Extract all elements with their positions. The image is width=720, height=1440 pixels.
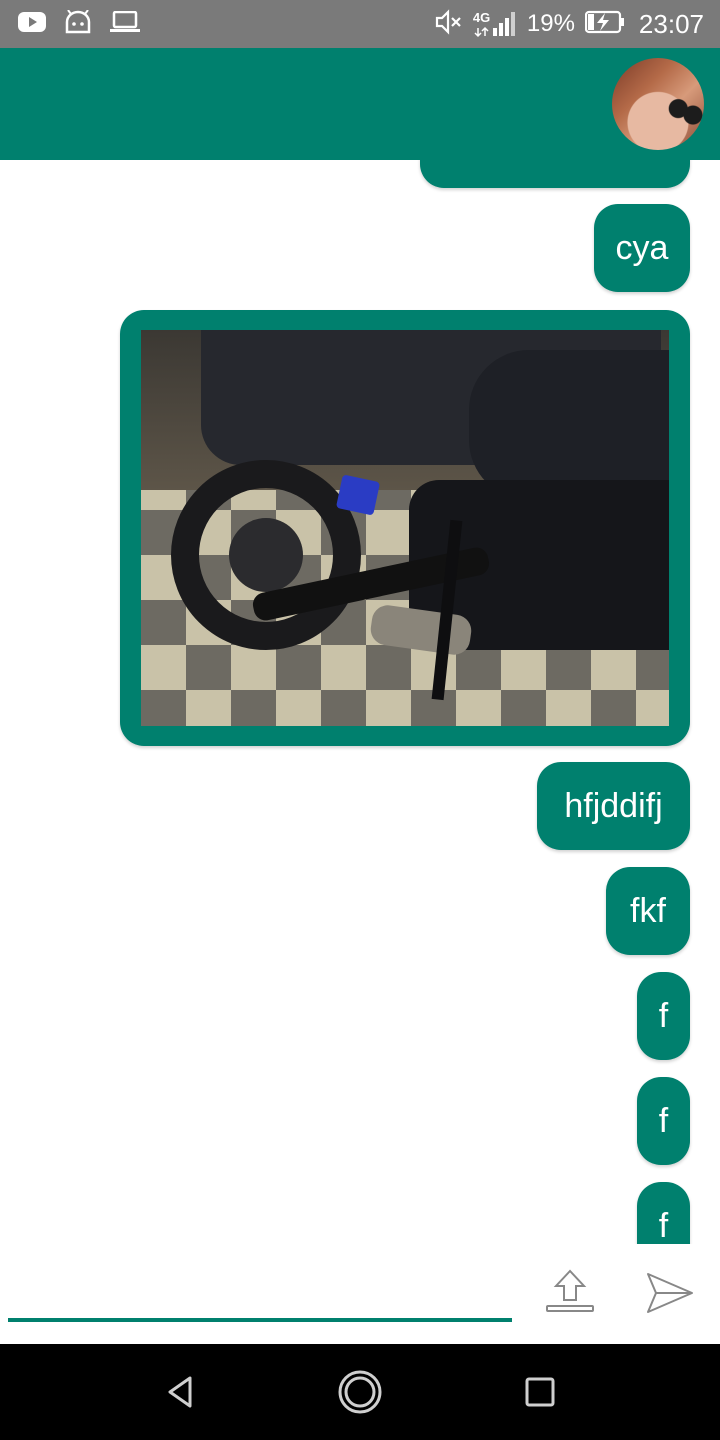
message-text: fkf: [630, 891, 666, 930]
status-bar-right: 4G 19% 23:07: [435, 6, 704, 42]
composer: [0, 1244, 720, 1344]
back-icon[interactable]: [162, 1374, 198, 1415]
battery-charging-icon: [584, 10, 625, 39]
avatar[interactable]: [612, 58, 704, 150]
message-bubble[interactable]: f: [637, 1182, 690, 1244]
signal-icon: 4G: [473, 10, 517, 38]
message-input[interactable]: [8, 1264, 512, 1322]
message-bubble[interactable]: f: [637, 1077, 690, 1165]
message-text: f: [658, 1206, 669, 1245]
android-icon: [64, 9, 92, 39]
upload-button[interactable]: [540, 1268, 600, 1318]
laptop-icon: [110, 10, 140, 38]
recents-icon[interactable]: [524, 1376, 556, 1413]
system-nav-bar: [0, 1344, 720, 1440]
image-message-bubble[interactable]: [120, 310, 690, 746]
message-bubble[interactable]: cya: [594, 204, 690, 292]
send-icon: [644, 1273, 696, 1322]
message-text: hfjddifj: [564, 786, 663, 825]
upload-icon: [540, 1269, 600, 1322]
youtube-icon: [18, 11, 46, 38]
photo-rim: [229, 518, 303, 592]
motorcycle-photo[interactable]: [141, 330, 669, 726]
mute-icon: [435, 8, 463, 40]
send-button[interactable]: [644, 1268, 696, 1318]
message-bubble[interactable]: f: [637, 972, 690, 1060]
message-bubble[interactable]: hfjddifj: [537, 762, 690, 850]
message-text: f: [658, 1101, 669, 1140]
status-bar-left: [18, 9, 140, 39]
photo-tank: [469, 350, 669, 500]
status-bar: 4G 19% 23:07: [0, 0, 720, 48]
clock: 23:07: [638, 8, 704, 39]
message-list[interactable]: cya hfjddifj fkf f f f: [0, 160, 720, 1244]
chat-header: [0, 48, 720, 160]
message-bubble[interactable]: [420, 160, 690, 188]
message-bubble[interactable]: fkf: [606, 867, 690, 955]
home-icon[interactable]: [336, 1368, 384, 1421]
battery-percent: 19%: [526, 10, 575, 37]
message-text: f: [658, 996, 669, 1035]
message-text: cya: [615, 228, 669, 267]
